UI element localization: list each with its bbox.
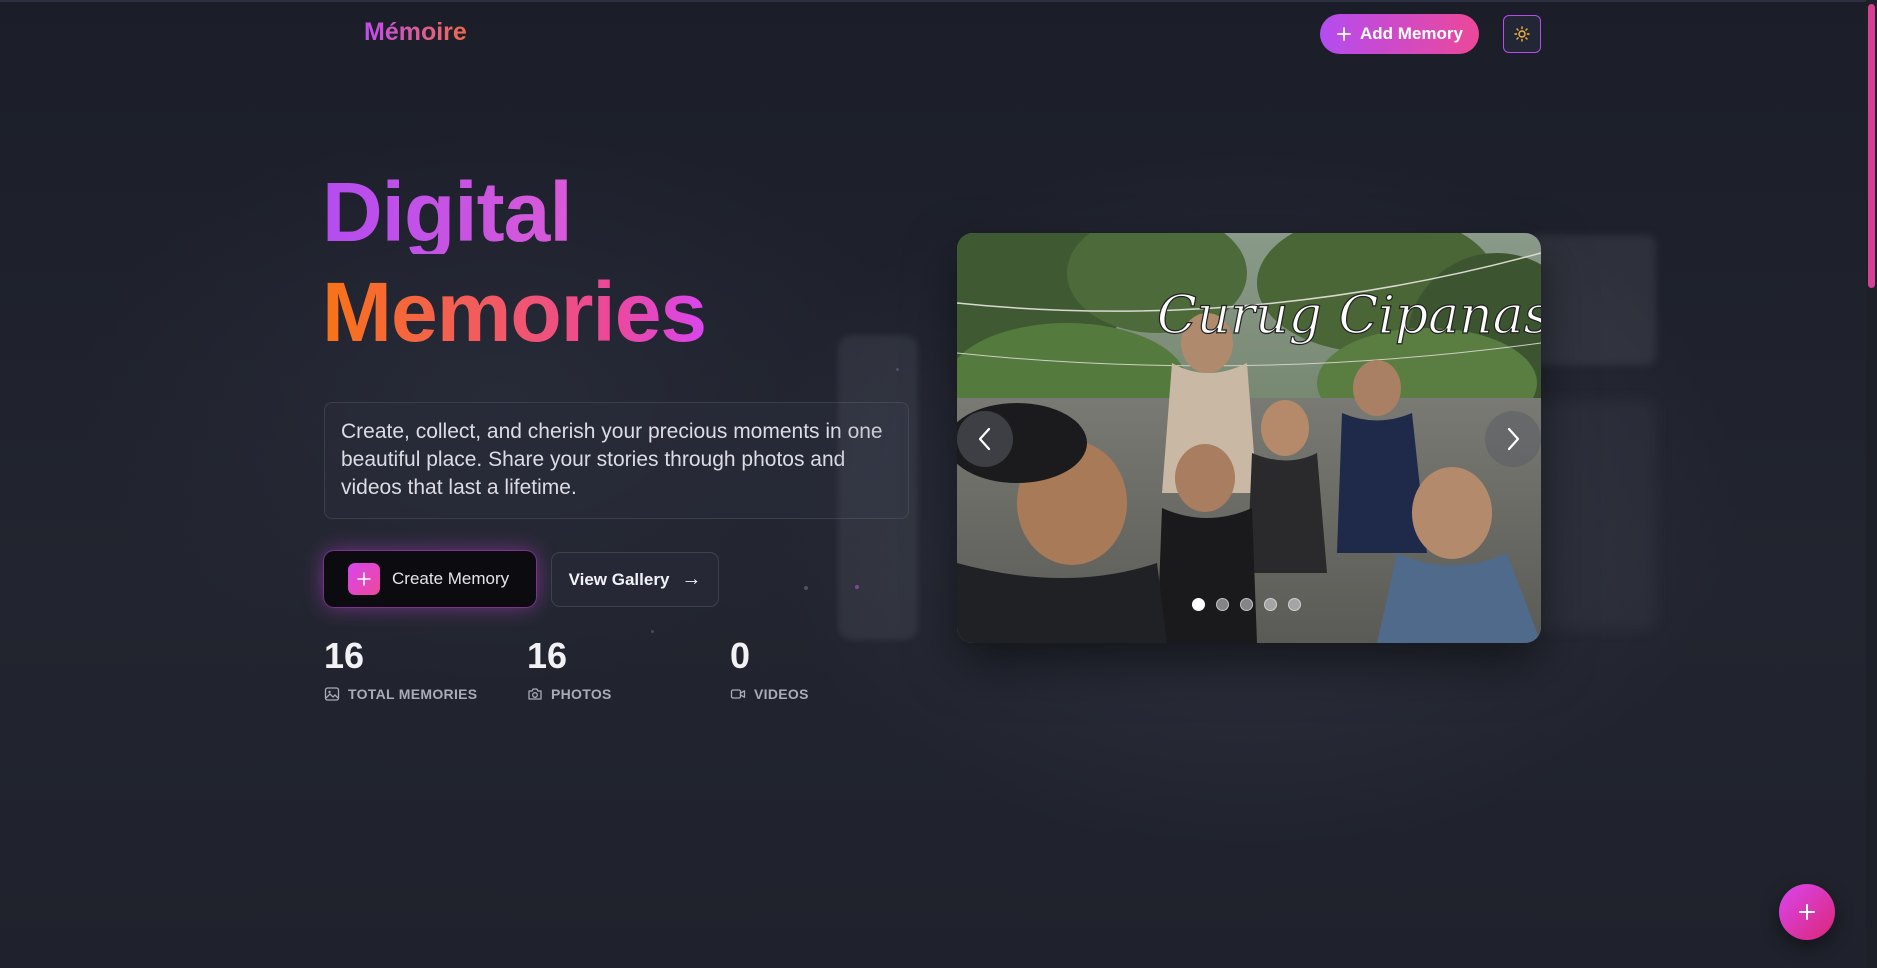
carousel-next-slide-preview (1528, 235, 1656, 365)
stat-value: 16 (324, 635, 365, 676)
view-gallery-label: View Gallery (568, 569, 670, 589)
group-photo-image: Curug Cipanas (957, 233, 1541, 643)
sparkle-decoration (804, 586, 808, 590)
hero-title-line1: Digital (322, 165, 573, 259)
view-gallery-button[interactable]: View Gallery → (551, 552, 719, 607)
create-memory-label: Create Memory (392, 569, 510, 588)
video-icon (730, 689, 746, 699)
stat-value: 16 (527, 635, 568, 676)
carousel-dot[interactable] (1240, 598, 1253, 611)
arrow-right-icon: → (681, 568, 702, 590)
sparkle-decoration (651, 630, 654, 633)
carousel-prev-button[interactable] (957, 411, 1013, 467)
carousel-photo[interactable]: Curug Cipanas (957, 233, 1541, 643)
carousel-indicators (1192, 598, 1301, 611)
add-memory-label: Add Memory (1360, 24, 1463, 43)
carousel-next-slide-preview (1528, 400, 1656, 630)
carousel-next-button[interactable] (1485, 411, 1541, 467)
floating-add-button[interactable] (1779, 884, 1835, 940)
hero-title-line2: Memories (322, 265, 707, 359)
image-icon (324, 687, 340, 701)
chevron-right-icon (1507, 427, 1520, 451)
sun-icon (1514, 26, 1530, 42)
carousel-dot[interactable] (1288, 598, 1301, 611)
theme-toggle-button[interactable] (1503, 15, 1541, 53)
stat-total-memories: 16 TOTAL MEMORIES (324, 635, 478, 703)
stat-videos: 0 VIDEOS (730, 635, 809, 703)
stat-label: PHOTOS (551, 686, 612, 702)
photo-sign-text: Curug Cipanas (1157, 286, 1541, 346)
stat-photos: 16 PHOTOS (527, 635, 612, 703)
camera-icon (528, 688, 542, 700)
carousel-dot[interactable] (1264, 598, 1277, 611)
hero-description: Create, collect, and cherish your precio… (324, 402, 909, 519)
stat-label: TOTAL MEMORIES (348, 686, 478, 702)
carousel-dot[interactable] (1216, 598, 1229, 611)
stat-label: VIDEOS (754, 686, 809, 702)
create-memory-button[interactable]: Create Memory (324, 551, 536, 607)
stat-value: 0 (730, 635, 751, 676)
carousel-prev-slide-preview (838, 335, 918, 640)
add-memory-button[interactable]: Add Memory (1320, 14, 1479, 54)
carousel-dot[interactable] (1192, 598, 1205, 611)
plus-icon (348, 563, 380, 595)
scrollbar-thumb[interactable] (1868, 4, 1875, 288)
app-logo[interactable]: Mémoire (364, 18, 467, 47)
chevron-left-icon (978, 427, 991, 451)
plus-icon (1337, 27, 1351, 41)
top-border (0, 0, 1877, 2)
plus-icon (1799, 904, 1815, 920)
